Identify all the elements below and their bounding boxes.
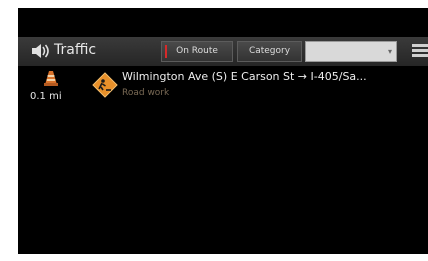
on-route-button[interactable]: On Route — [161, 41, 233, 62]
on-route-indicator — [165, 45, 167, 58]
incident-type: Road work — [122, 88, 170, 98]
traffic-header-bar: Traffic On Route Category ▾ — [18, 37, 428, 66]
traffic-speaker-icon — [32, 44, 49, 58]
navigation-screen: Traffic On Route Category ▾ 0.1 mi Wilmi… — [18, 8, 428, 254]
page-title: Traffic — [54, 42, 97, 58]
road-work-sign-icon — [92, 72, 118, 98]
list-item[interactable]: 0.1 mi Wilmington Ave (S) E Carson St → … — [18, 66, 428, 108]
chevron-down-icon: ▾ — [387, 47, 392, 56]
category-button[interactable]: Category — [237, 41, 302, 62]
incident-road: Wilmington Ave (S) E Carson St → I-405/S… — [122, 70, 367, 83]
category-label: Category — [248, 46, 291, 56]
category-dropdown[interactable]: ▾ — [305, 41, 397, 62]
menu-icon[interactable] — [412, 44, 428, 58]
incident-distance: 0.1 mi — [30, 91, 62, 102]
traffic-cone-icon — [44, 71, 58, 86]
on-route-label: On Route — [176, 46, 218, 56]
